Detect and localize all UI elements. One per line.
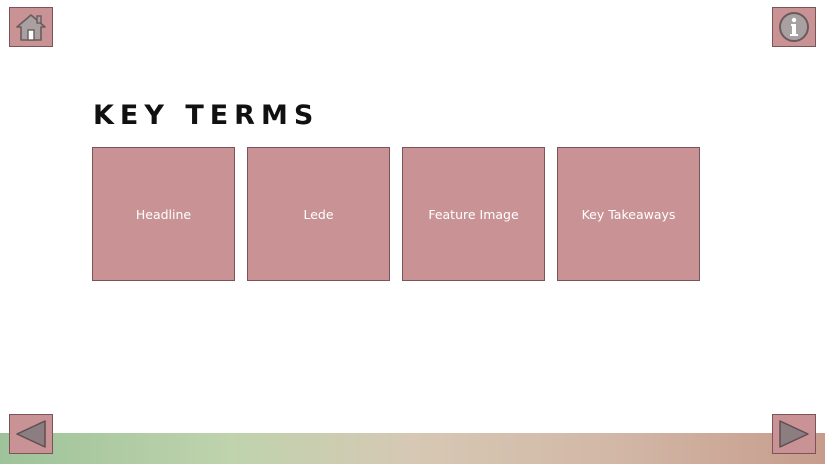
footer-band — [0, 433, 825, 464]
right-arrow-icon — [779, 420, 809, 448]
slide: KEY TERMS Headline Lede Feature Image Ke… — [0, 0, 825, 464]
term-card-lede[interactable]: Lede — [247, 147, 390, 281]
home-icon — [16, 14, 46, 41]
info-button[interactable] — [772, 7, 816, 47]
page-title: KEY TERMS — [93, 100, 320, 131]
next-button[interactable] — [772, 414, 816, 454]
term-card-key-takeaways[interactable]: Key Takeaways — [557, 147, 700, 281]
term-card-headline[interactable]: Headline — [92, 147, 235, 281]
term-card-feature-image[interactable]: Feature Image — [402, 147, 545, 281]
home-button[interactable] — [9, 7, 53, 47]
left-arrow-icon — [16, 420, 46, 448]
key-terms-grid: Headline Lede Feature Image Key Takeaway… — [92, 147, 700, 281]
term-card-label: Lede — [303, 206, 334, 222]
term-card-label: Feature Image — [428, 206, 519, 222]
term-card-label: Key Takeaways — [581, 206, 676, 222]
previous-button[interactable] — [9, 414, 53, 454]
info-icon — [779, 12, 809, 42]
term-card-label: Headline — [135, 206, 192, 222]
